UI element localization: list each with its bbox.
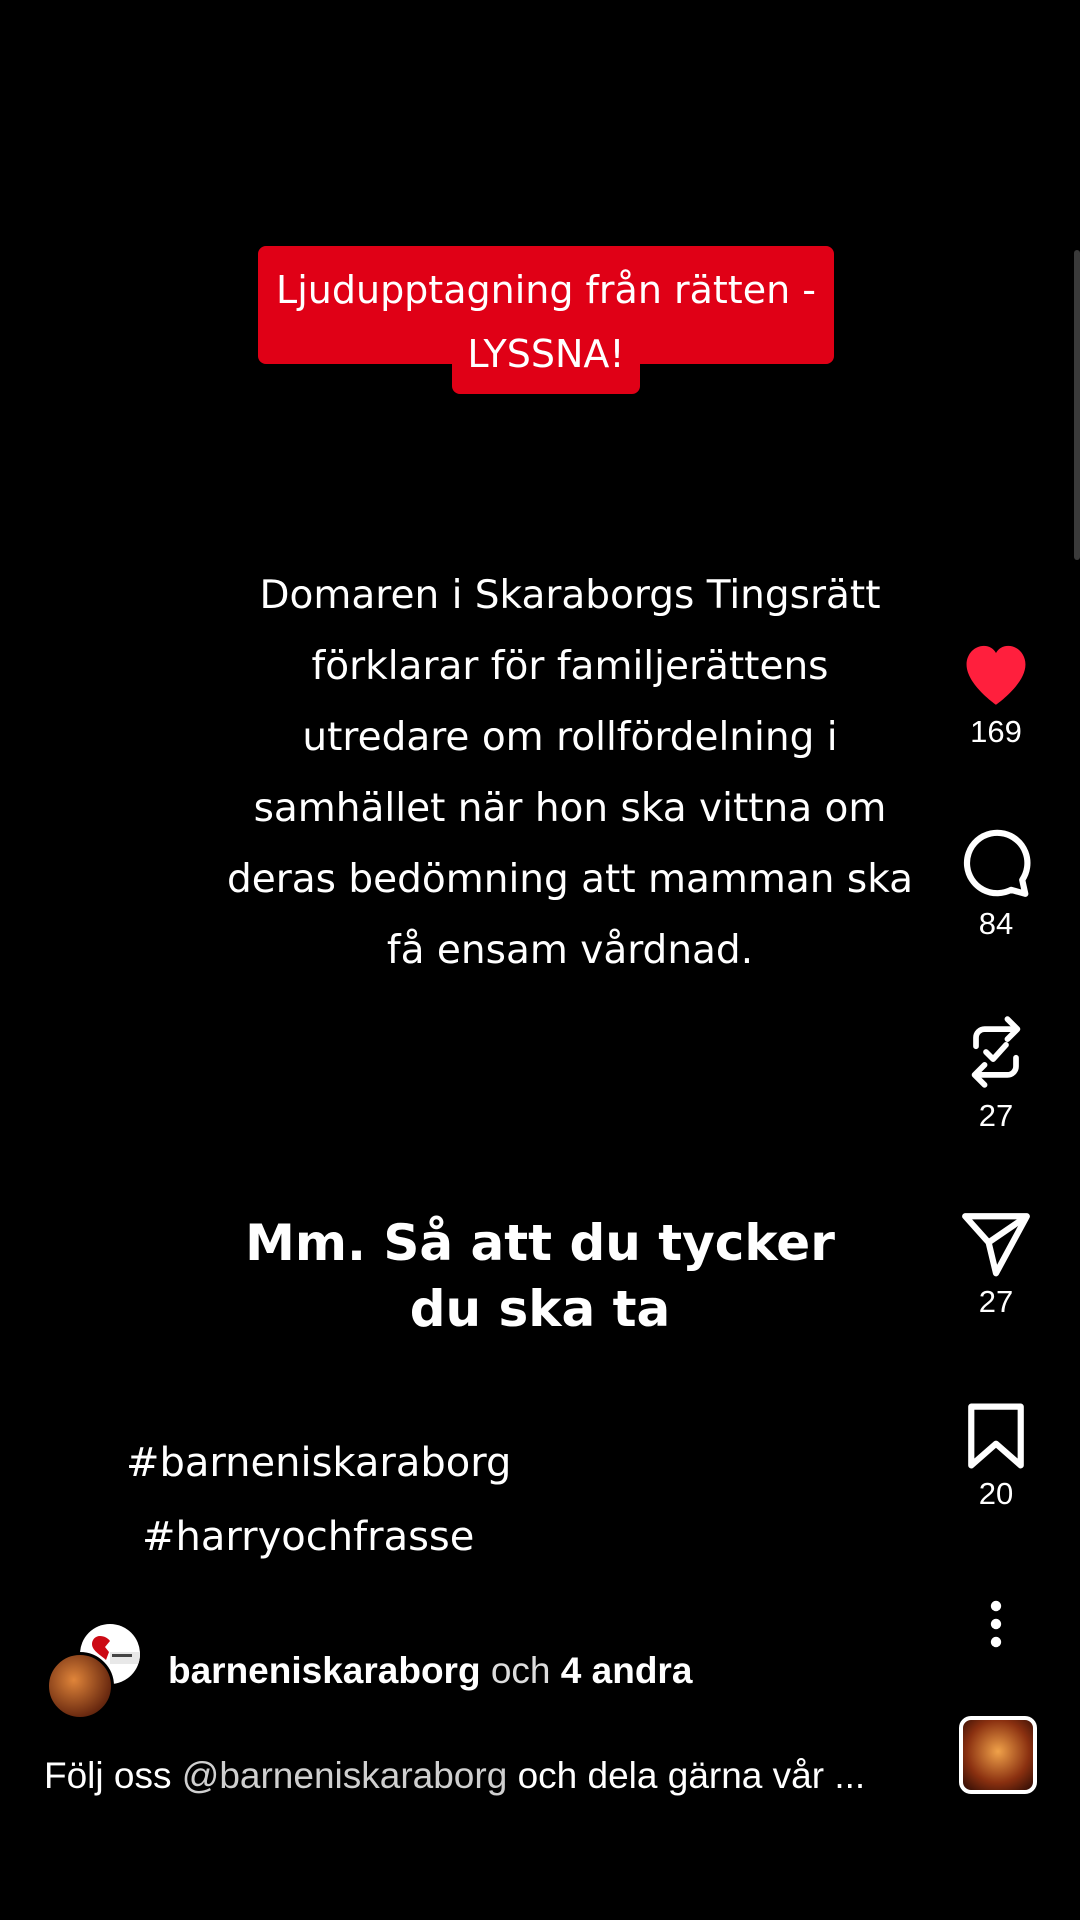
comment-icon <box>963 829 1031 897</box>
video-body-text: Domaren i Skaraborgs Tingsrätt förklarar… <box>220 560 920 986</box>
hashtag-overlay-2: #harryochfrasse <box>142 1514 475 1560</box>
share-button[interactable]: 27 <box>954 1210 1038 1320</box>
author-line[interactable]: barneniskaraborg och 4 andra <box>168 1650 692 1692</box>
caption-prefix: Följ oss <box>44 1755 172 1796</box>
audio-thumbnail[interactable] <box>959 1716 1037 1794</box>
repost-button[interactable]: 27 <box>954 1012 1038 1134</box>
video-subtitle: Mm. Så att du tycker du ska ta <box>190 1210 890 1342</box>
heart-icon <box>966 645 1026 705</box>
save-button[interactable]: 20 <box>954 1402 1038 1512</box>
comment-button[interactable]: 84 <box>954 826 1038 942</box>
repost-icon <box>971 1016 1021 1088</box>
like-button[interactable]: 169 <box>954 636 1038 750</box>
caption-mention[interactable]: @barneniskaraborg <box>182 1755 508 1796</box>
title-banner-text: Ljudupptagning från rätten - LYSSNA! <box>258 258 834 386</box>
send-icon <box>962 1213 1030 1277</box>
banner-line-1: Ljudupptagning från rätten - <box>276 268 816 312</box>
body-line: få ensam vårdnad. <box>386 928 754 973</box>
like-count: 169 <box>970 714 1022 749</box>
author-others[interactable]: 4 andra <box>561 1650 693 1691</box>
banner-line-2: LYSSNA! <box>467 332 625 376</box>
body-line: Domaren i Skaraborgs Tingsrätt <box>259 573 881 618</box>
save-count: 20 <box>978 1476 1014 1511</box>
comment-count: 84 <box>978 906 1014 941</box>
hashtag-overlay-1: #barneniskaraborg <box>126 1440 512 1486</box>
body-line: förklarar för familjerättens <box>311 644 829 689</box>
bookmark-icon <box>968 1403 1024 1469</box>
repost-count: 27 <box>978 1098 1014 1133</box>
more-options-button[interactable] <box>954 1600 1038 1648</box>
author-name[interactable]: barneniskaraborg <box>168 1650 481 1691</box>
author-avatars[interactable] <box>46 1624 146 1720</box>
share-count: 27 <box>978 1284 1014 1319</box>
author-avatar <box>46 1652 114 1720</box>
caption-rest: och dela gärna vår ... <box>517 1755 866 1796</box>
body-line: utredare om rollfördelning i <box>302 715 838 760</box>
body-line: samhället när hon ska vittna om <box>253 786 887 831</box>
scroll-indicator <box>1074 250 1080 560</box>
author-and: och <box>490 1650 551 1691</box>
body-line: deras bedömning att mamman ska <box>226 857 914 902</box>
more-vertical-icon <box>990 1600 1002 1648</box>
subtitle-line-2: du ska ta <box>409 1280 671 1338</box>
post-caption[interactable]: Följ oss @barneniskaraborg och dela gärn… <box>44 1755 865 1797</box>
subtitle-line-1: Mm. Så att du tycker <box>245 1214 835 1272</box>
